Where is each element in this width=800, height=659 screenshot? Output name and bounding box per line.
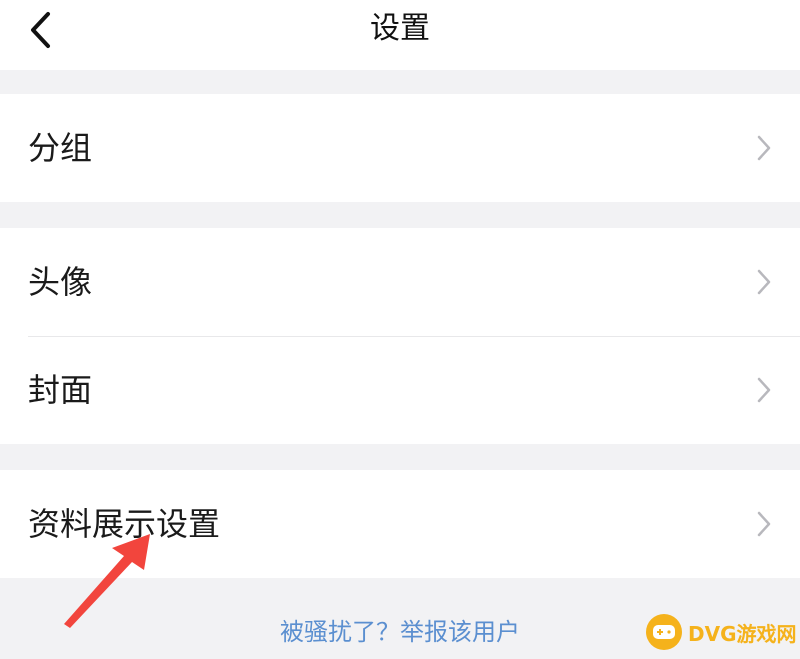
settings-group-2: 头像 封面 bbox=[0, 228, 800, 444]
settings-item-label: 头像 bbox=[28, 263, 93, 301]
settings-item-label: 分组 bbox=[28, 129, 93, 167]
settings-item-group[interactable]: 分组 bbox=[0, 94, 800, 202]
settings-group-1: 分组 bbox=[0, 94, 800, 202]
page-title: 设置 bbox=[370, 11, 430, 46]
settings-item-label: 封面 bbox=[28, 371, 93, 409]
settings-item-label: 资料展示设置 bbox=[28, 505, 221, 543]
chevron-right-icon bbox=[757, 511, 771, 537]
settings-item-cover[interactable]: 封面 bbox=[0, 336, 800, 444]
gamepad-icon bbox=[646, 614, 682, 650]
settings-item-avatar[interactable]: 头像 bbox=[0, 228, 800, 336]
settings-group-3: 资料展示设置 bbox=[0, 470, 800, 578]
watermark-text: DVG游戏网 bbox=[688, 621, 797, 646]
chevron-right-icon bbox=[757, 377, 771, 403]
header-bar: 设置 bbox=[0, 0, 800, 70]
settings-item-profile-display[interactable]: 资料展示设置 bbox=[0, 470, 800, 578]
watermark: DVG游戏网 bbox=[646, 612, 797, 652]
chevron-right-icon bbox=[757, 135, 771, 161]
chevron-right-icon bbox=[757, 269, 771, 295]
